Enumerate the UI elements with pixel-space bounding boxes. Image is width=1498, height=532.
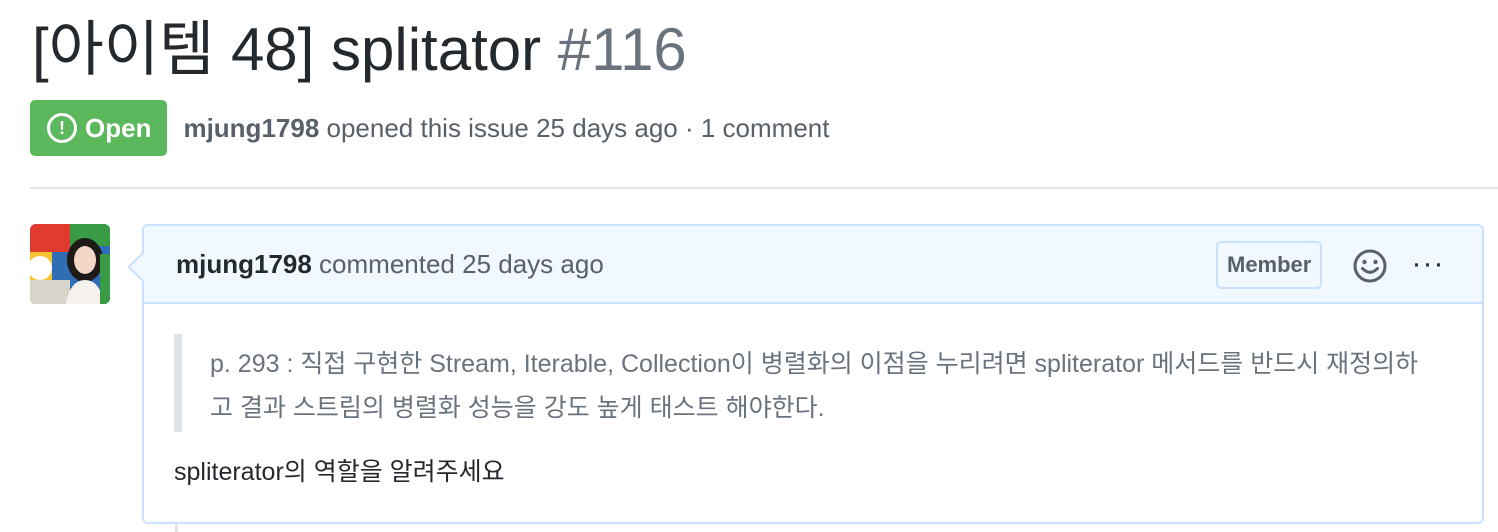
comment-timestamp[interactable]: commented 25 days ago — [312, 249, 604, 279]
comment-quote: p. 293 : 직접 구현한 Stream, Iterable, Collec… — [174, 334, 1434, 432]
comment-author-link[interactable]: mjung1798 — [176, 249, 312, 279]
issue-meta: ! Open mjung1798 opened this issue 25 da… — [30, 100, 829, 156]
issue-opened-icon: ! — [47, 113, 77, 143]
issue-title-text: [아이템 48] splitator — [32, 16, 542, 83]
issue-meta-text: mjung1798 opened this issue 25 days ago … — [183, 113, 829, 144]
header-divider — [30, 187, 1498, 189]
issue-page: [아이템 48] splitator #116 ! Open mjung1798… — [0, 0, 1498, 532]
issue-title: [아이템 48] splitator #116 — [32, 12, 687, 88]
comment-box: mjung1798 commented 25 days ago Member ·… — [127, 224, 1484, 524]
comment-header-text: mjung1798 commented 25 days ago — [176, 249, 604, 280]
smiley-icon — [1353, 249, 1387, 283]
state-label: Open — [85, 112, 152, 143]
timeline-line — [175, 524, 178, 532]
comment-options-button[interactable]: ··· — [1408, 244, 1448, 284]
member-badge: Member — [1216, 241, 1323, 289]
avatar[interactable] — [30, 224, 110, 304]
kebab-horizontal-icon: ··· — [1411, 247, 1445, 280]
issue-author-link[interactable]: mjung1798 — [183, 113, 319, 143]
avatar-image — [30, 224, 110, 304]
issue-number: #116 — [557, 16, 687, 83]
comment-paragraph: spliterator의 역할을 알려주세요 — [174, 458, 505, 486]
add-reaction-button[interactable] — [1352, 248, 1388, 284]
state-badge: ! Open — [30, 100, 168, 156]
issue-meta-suffix: opened this issue 25 days ago · 1 commen… — [319, 112, 830, 143]
comment-header: mjung1798 commented 25 days ago Member ·… — [144, 226, 1482, 304]
